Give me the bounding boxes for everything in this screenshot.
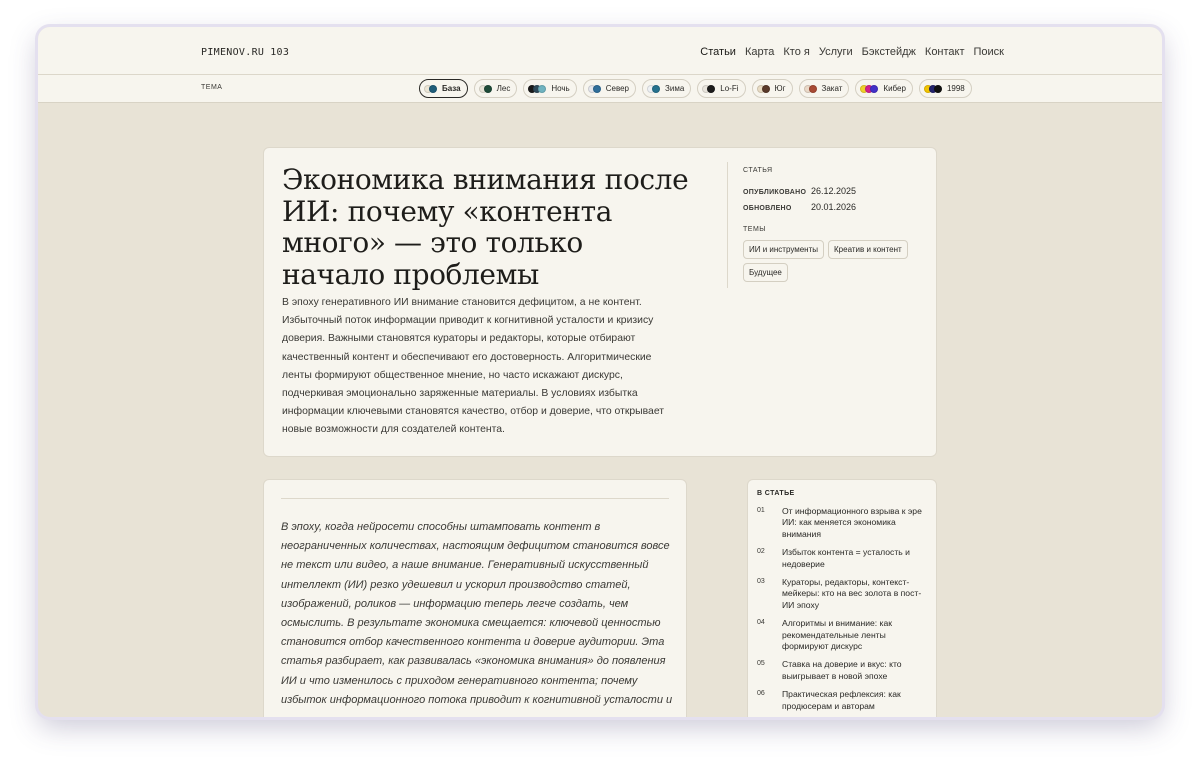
color-swatch-icon xyxy=(707,84,716,93)
toc-item-number: 04 xyxy=(757,619,765,627)
meta-kind: СТАТЬЯ xyxy=(743,167,773,174)
article-header-card: Экономика внимания после ИИ: почему «кон… xyxy=(263,147,937,457)
theme-chip-label: Закат xyxy=(821,84,843,93)
theme-chip-label: Lo-Fi xyxy=(720,84,739,93)
nav-about[interactable]: Кто я xyxy=(783,46,809,58)
tag-creative-content[interactable]: Креатив и контент xyxy=(828,240,908,259)
color-swatch-icon xyxy=(933,84,942,93)
color-swatch-icon xyxy=(808,84,817,93)
theme-chip[interactable]: Закат xyxy=(798,79,850,98)
nav-contact[interactable]: Контакт xyxy=(925,46,965,58)
theme-chip[interactable]: Зима xyxy=(642,79,692,98)
toc-item-text: Ставка на доверие и вкус: кто выигрывает… xyxy=(782,659,902,681)
logo-text: PIMENOV.RU xyxy=(201,47,265,58)
topics-label: ТЕМЫ xyxy=(743,226,766,233)
toc-item[interactable]: 04 Алгоритмы и внимание: как рекомендател… xyxy=(757,618,927,652)
article-lead: В эпоху генеративного ИИ внимание станов… xyxy=(282,297,665,436)
theme-chip[interactable]: Лес xyxy=(473,79,518,98)
theme-switcher: ТЕМА База Лес Ночь Север Зима Lo-Fi Юг Закат Киб… xyxy=(38,75,1162,103)
toc-item-number: 01 xyxy=(757,507,765,514)
color-swatch-icon xyxy=(761,84,770,93)
theme-chip-label: Север xyxy=(605,84,630,93)
theme-chip[interactable]: База xyxy=(419,79,468,98)
color-swatch-icon xyxy=(483,84,492,93)
theme-chip-label: Лес xyxy=(496,84,511,93)
toc-item[interactable]: 06 Практическая рефлексия: как продюсерам… xyxy=(757,689,927,712)
toc-item[interactable]: 03 Кураторы, редакторы, контекст-мейкеры:… xyxy=(757,577,927,611)
nav-backstage[interactable]: Бэкстейдж xyxy=(862,46,916,58)
theme-chip[interactable]: Юг xyxy=(751,79,793,98)
theme-chips: База Лес Ночь Север Зима Lo-Fi Юг Закат Кибер 199… xyxy=(419,79,972,98)
toc-item-text: Алгоритмы и внимание: как рекомендательн… xyxy=(782,618,893,652)
theme-chip[interactable]: Lo-Fi xyxy=(697,79,746,98)
theme-chip[interactable]: Кибер xyxy=(855,79,913,98)
theme-chip-label: Зима xyxy=(665,84,685,93)
toc-item-text: Кураторы, редакторы, контекст-мейкеры: к… xyxy=(782,577,922,610)
nav-articles[interactable]: Статьи xyxy=(700,46,736,58)
theme-chip[interactable]: Север xyxy=(582,79,637,98)
color-swatch-icon xyxy=(870,84,879,93)
theme-chip[interactable]: Ночь xyxy=(523,79,577,98)
theme-chip-label: 1998 xyxy=(946,84,965,93)
toc-item-number: 03 xyxy=(757,578,765,586)
color-swatch-icon xyxy=(592,84,601,93)
toc-item-text: От информационного взрыва к эре ИИ: как … xyxy=(782,506,922,539)
color-swatch-icon xyxy=(538,84,547,93)
logo-number: 103 xyxy=(270,47,290,58)
toc-item[interactable]: 02 Избыток контента = усталость и недовер… xyxy=(757,547,927,570)
published-date: 26.12.2025 xyxy=(811,186,857,196)
article-intro: В эпоху, когда нейросети способны штампо… xyxy=(281,521,673,706)
theme-chip-label: База xyxy=(442,84,461,93)
theme-chip-label: Юг xyxy=(774,84,786,93)
browser-window: PIMENOV.RU 103 Статьи Карта Кто я Услуги … xyxy=(38,27,1162,717)
article-body-card: В эпоху, когда нейросети способны штампо… xyxy=(263,479,687,717)
toc-list: 01 От информационного взрыва к эре ИИ: ка… xyxy=(757,506,927,717)
theme-chip[interactable]: 1998 xyxy=(918,79,972,98)
toc-item[interactable]: 05 Ставка на доверие и вкус: кто выигрыва… xyxy=(757,659,927,682)
meta-published-row: ОПУБЛИКОВАНО 26.12.2025 xyxy=(743,186,927,196)
nav-services[interactable]: Услуги xyxy=(819,46,853,58)
theme-label: ТЕМА xyxy=(201,84,223,91)
tag-future[interactable]: Будущее xyxy=(743,263,788,282)
published-label: ОПУБЛИКОВАНО xyxy=(743,189,807,196)
toc-item-text: Практическая рефлексия: как продюсерам и… xyxy=(782,689,901,711)
updated-date: 20.01.2026 xyxy=(811,202,857,212)
toc-item-number: 02 xyxy=(757,548,765,556)
site-logo[interactable]: PIMENOV.RU 103 xyxy=(201,47,289,58)
color-swatch-icon xyxy=(652,84,661,93)
updated-label: ОБНОВЛЕНО xyxy=(743,205,792,212)
table-of-contents: В СТАТЬЕ 01 От информационного взрыва к э… xyxy=(747,479,937,717)
topic-tags: ИИ и инструменты Креатив и контент Будущ… xyxy=(743,240,933,282)
meta-updated-row: ОБНОВЛЕНО 20.01.2026 xyxy=(743,202,927,212)
tag-ai-tools[interactable]: ИИ и инструменты xyxy=(743,240,825,259)
toc-item[interactable]: 01 От информационного взрыва к эре ИИ: ка… xyxy=(757,506,927,540)
theme-chip-label: Ночь xyxy=(551,84,570,93)
theme-chip-label: Кибер xyxy=(883,84,906,93)
divider xyxy=(281,498,669,499)
article-title: Экономика внимания после ИИ: почему «кон… xyxy=(282,163,689,291)
toc-item-text: Избыток контента = усталость и недоверие xyxy=(782,547,910,569)
color-swatch-icon xyxy=(429,84,437,93)
site-header: PIMENOV.RU 103 Статьи Карта Кто я Услуги … xyxy=(38,27,1162,75)
nav-map[interactable]: Карта xyxy=(745,46,774,58)
toc-item-number: 05 xyxy=(757,660,765,668)
main-nav: Статьи Карта Кто я Услуги Бэкстейдж Конт… xyxy=(700,46,1004,58)
article-meta: СТАТЬЯ ОПУБЛИКОВАНО 26.12.2025 ОБНОВЛЕНО… xyxy=(727,162,927,288)
toc-item-number: 06 xyxy=(757,690,765,698)
nav-search[interactable]: Поиск xyxy=(974,46,1004,58)
toc-title: В СТАТЬЕ xyxy=(757,490,795,497)
